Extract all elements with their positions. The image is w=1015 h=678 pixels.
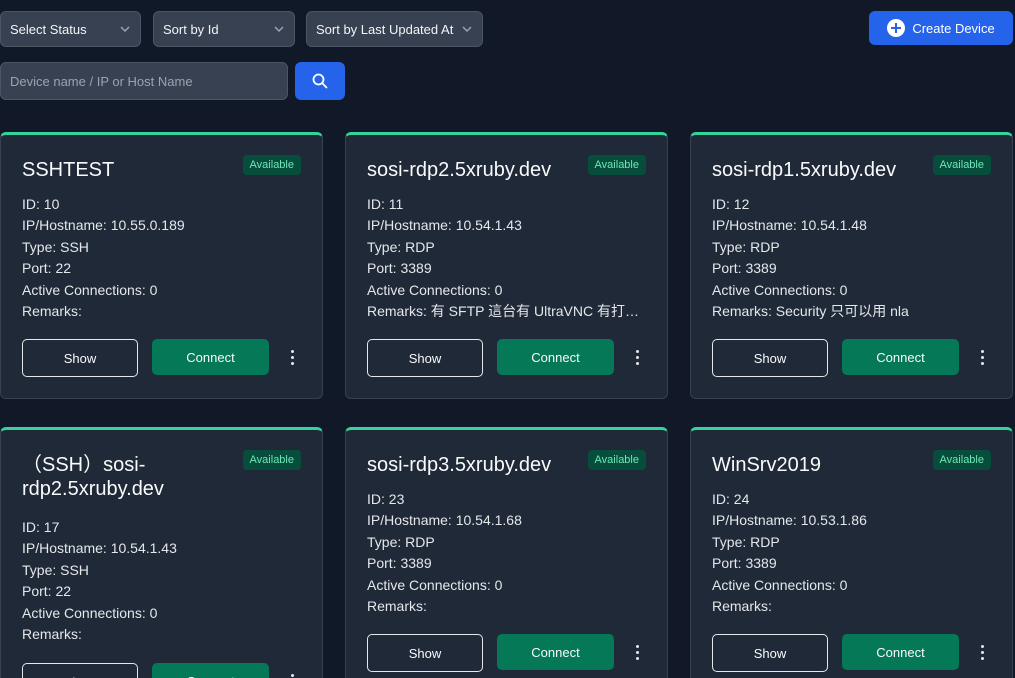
create-device-label: Create Device (912, 20, 995, 36)
search-icon (312, 73, 328, 89)
device-id: ID: 10 (22, 196, 60, 212)
search-button[interactable] (295, 62, 345, 100)
device-details: ID: 11 IP/Hostname: 10.54.1.43 Type: RDP… (367, 194, 652, 322)
plus-circle-icon (887, 19, 906, 37)
device-id: ID: 17 (22, 519, 60, 535)
card-actions: Show Connect (367, 634, 652, 672)
device-details: ID: 10 IP/Hostname: 10.55.0.189 Type: SS… (22, 194, 307, 322)
device-type: Type: RDP (367, 238, 435, 255)
device-name: （SSH）sosi-rdp2.5xruby.dev (22, 454, 164, 500)
device-card: sosi-rdp1.5xruby.dev Available ID: 12 IP… (690, 132, 1013, 399)
device-remarks: Remarks: (367, 597, 427, 614)
chevron-down-icon (462, 26, 472, 33)
connect-button[interactable]: Connect (152, 663, 269, 678)
device-port: Port: 22 (22, 583, 72, 600)
device-type: Type: RDP (712, 533, 780, 550)
device-connections: Active Connections: 0 (367, 576, 503, 593)
device-ip: IP/Hostname: 10.54.1.68 (367, 512, 522, 529)
status-badge: Available (587, 155, 646, 175)
device-name: SSHTEST (22, 159, 115, 181)
more-options-icon[interactable] (974, 344, 990, 370)
show-button[interactable]: Show (712, 634, 828, 672)
show-button[interactable]: Show (22, 663, 138, 678)
status-badge: Available (932, 450, 991, 470)
connect-button[interactable]: Connect (152, 339, 269, 375)
device-type: Type: RDP (367, 533, 435, 550)
device-ip: IP/Hostname: 10.53.1.86 (712, 512, 867, 529)
device-id: ID: 12 (712, 196, 750, 212)
card-actions: Show Connect (712, 634, 997, 672)
device-port: Port: 3389 (367, 260, 432, 277)
device-ip: IP/Hostname: 10.55.0.189 (22, 217, 185, 234)
device-connections: Active Connections: 0 (22, 281, 158, 298)
show-button[interactable]: Show (22, 339, 138, 377)
device-connections: Active Connections: 0 (22, 604, 158, 621)
device-remarks: Remarks: (22, 625, 82, 642)
device-port: Port: 3389 (367, 555, 432, 572)
status-badge: Available (587, 450, 646, 470)
sort-updated-select[interactable]: Sort by Last Updated At (306, 11, 483, 47)
more-options-icon[interactable] (974, 639, 990, 665)
device-connections: Active Connections: 0 (712, 576, 848, 593)
device-name: sosi-rdp3.5xruby.dev (367, 454, 552, 476)
connect-button[interactable]: Connect (842, 634, 959, 670)
connect-button[interactable]: Connect (497, 339, 614, 375)
card-actions: Show Connect (22, 339, 307, 377)
device-port: Port: 3389 (712, 555, 777, 572)
device-type: Type: SSH (22, 238, 89, 255)
device-type: Type: SSH (22, 561, 89, 578)
chevron-down-icon (274, 26, 284, 33)
device-details: ID: 17 IP/Hostname: 10.54.1.43 Type: SSH… (22, 517, 307, 645)
sort-by-select-label: Sort by Id (163, 21, 219, 37)
status-select[interactable]: Select Status (0, 11, 141, 47)
show-button[interactable]: Show (367, 339, 483, 377)
create-device-button[interactable]: Create Device (869, 11, 1013, 45)
device-port: Port: 22 (22, 260, 72, 277)
device-remarks: Remarks: Security 只可以用 nla (712, 302, 909, 319)
device-card: sosi-rdp2.5xruby.dev Available ID: 11 IP… (345, 132, 668, 399)
device-details: ID: 23 IP/Hostname: 10.54.1.68 Type: RDP… (367, 489, 652, 617)
chevron-down-icon (120, 26, 130, 33)
device-ip: IP/Hostname: 10.54.1.43 (367, 217, 522, 234)
device-id: ID: 23 (367, 491, 405, 507)
device-remarks: Remarks: (22, 302, 82, 319)
device-name: sosi-rdp1.5xruby.dev (712, 159, 897, 181)
device-port: Port: 3389 (712, 260, 777, 277)
show-button[interactable]: Show (367, 634, 483, 672)
connect-button[interactable]: Connect (842, 339, 959, 375)
device-card: WinSrv2019 Available ID: 24 IP/Hostname:… (690, 427, 1013, 678)
show-button[interactable]: Show (712, 339, 828, 377)
more-options-icon[interactable] (629, 639, 645, 665)
device-details: ID: 12 IP/Hostname: 10.54.1.48 Type: RDP… (712, 194, 997, 322)
device-ip: IP/Hostname: 10.54.1.43 (22, 540, 177, 557)
device-name: WinSrv2019 (712, 454, 821, 476)
status-badge: Available (932, 155, 991, 175)
device-connections: Active Connections: 0 (712, 281, 848, 298)
device-card: sosi-rdp3.5xruby.dev Available ID: 23 IP… (345, 427, 668, 678)
status-select-label: Select Status (10, 21, 87, 37)
device-details: ID: 24 IP/Hostname: 10.53.1.86 Type: RDP… (712, 489, 997, 617)
device-remarks: Remarks: (712, 597, 772, 614)
device-id: ID: 24 (712, 491, 750, 507)
status-badge: Available (242, 450, 301, 470)
device-id: ID: 11 (367, 196, 404, 212)
card-actions: Show Connect (367, 339, 652, 377)
card-actions: Show Connect (22, 663, 307, 678)
device-remarks: Remarks: 有 SFTP 這台有 UltraVNC 有打… (367, 302, 639, 319)
more-options-icon[interactable] (284, 668, 300, 678)
card-actions: Show Connect (712, 339, 997, 377)
sort-by-select[interactable]: Sort by Id (153, 11, 295, 47)
more-options-icon[interactable] (284, 344, 300, 370)
more-options-icon[interactable] (629, 344, 645, 370)
connect-button[interactable]: Connect (497, 634, 614, 670)
sort-updated-select-label: Sort by Last Updated At (316, 21, 454, 37)
status-badge: Available (242, 155, 301, 175)
device-card: SSHTEST Available ID: 10 IP/Hostname: 10… (0, 132, 323, 399)
device-ip: IP/Hostname: 10.54.1.48 (712, 217, 867, 234)
device-name: sosi-rdp2.5xruby.dev (367, 159, 552, 181)
device-connections: Active Connections: 0 (367, 281, 503, 298)
device-card: （SSH）sosi-rdp2.5xruby.dev Available ID: … (0, 427, 323, 678)
search-input[interactable] (0, 62, 288, 100)
device-type: Type: RDP (712, 238, 780, 255)
